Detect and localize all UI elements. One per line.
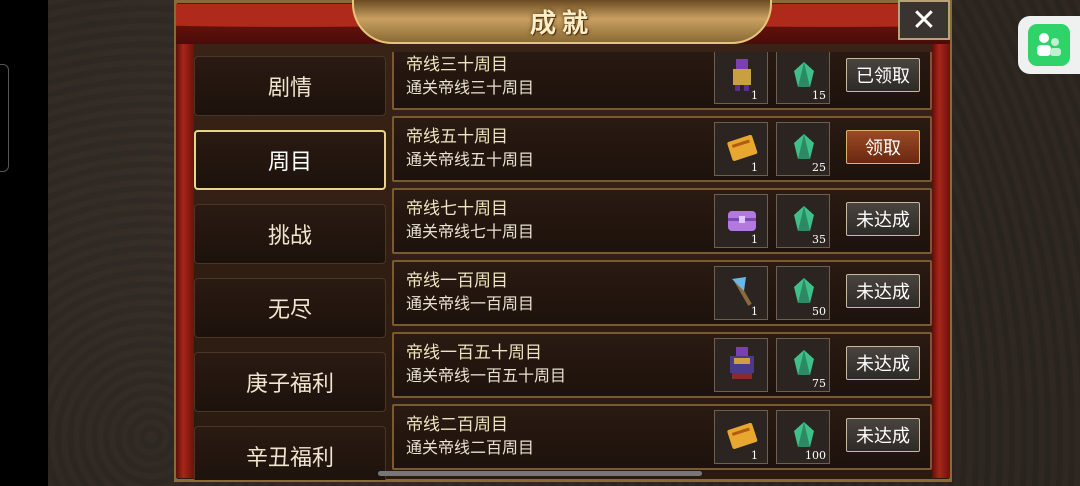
reward-slot[interactable]: 1 [714,194,768,248]
purple-chest-icon [728,211,756,231]
side-handle[interactable] [0,64,9,172]
tab-challenge[interactable]: 挑战 [194,204,386,264]
category-tabs: 剧情 周目 挑战 无尽 庚子福利 辛丑福利 [192,50,388,480]
reward-quantity: 15 [812,89,826,102]
reward-quantity: 25 [812,161,826,174]
window-title: 成就 [529,8,594,39]
green-crystal-icon [794,350,814,375]
reward-slot[interactable]: 100 [776,410,830,464]
reward-slot[interactable]: 35 [776,194,830,248]
reward-quantity: 1 [751,89,758,102]
not-achieved-button[interactable]: 未达成 [846,274,920,308]
reward-slot[interactable]: 1 [714,266,768,320]
reward-quantity: 1 [751,449,758,462]
achievement-row: 帝线七十周目 通关帝线七十周目 1 35 未达成 [392,188,932,254]
not-achieved-button[interactable]: 未达成 [846,346,920,380]
reward-quantity: 100 [805,449,826,462]
reward-slot[interactable]: 25 [776,122,830,176]
not-achieved-button[interactable]: 未达成 [846,202,920,236]
purple-warrior-icon [733,59,751,91]
reward-quantity: 1 [751,233,758,246]
floating-assistant-button[interactable] [1018,16,1080,74]
tab-endless[interactable]: 无尽 [194,278,386,338]
achievement-desc: 通关帝线一百周目 [406,294,535,313]
achievement-title: 帝线一百五十周目 [406,343,542,363]
reward-slot[interactable]: 75 [776,338,830,392]
tab-story[interactable]: 剧情 [194,56,386,116]
green-crystal-icon [794,62,814,87]
reward-quantity: 1 [751,161,758,174]
green-crystal-icon [794,422,814,447]
golden-book-icon [727,134,758,161]
achievement-row: 帝线一百五十周目 通关帝线一百五十周目 75 未达成 [392,332,932,398]
not-achieved-button[interactable]: 未达成 [846,418,920,452]
achievement-desc: 通关帝线一百五十周目 [406,366,567,385]
achievement-title: 帝线二百周目 [406,415,508,435]
achievement-desc: 通关帝线七十周目 [406,222,535,241]
reward-slot[interactable]: 1 [714,122,768,176]
tab-xinchou-bonus[interactable]: 辛丑福利 [194,426,386,480]
green-crystal-icon [794,206,814,231]
reward-slot[interactable] [714,338,768,392]
tab-playthrough[interactable]: 周目 [194,130,386,190]
achievement-desc: 通关帝线三十周目 [406,78,535,97]
achievement-desc: 通关帝线五十周目 [406,150,535,169]
people-icon [1028,24,1070,66]
achievement-desc: 通关帝线二百周目 [406,438,535,457]
reward-slot[interactable]: 1 [714,410,768,464]
claimed-button[interactable]: 已领取 [846,58,920,92]
achievement-row: 帝线五十周目 通关帝线五十周目 1 25 领取 [392,116,932,182]
achievement-title: 帝线五十周目 [406,127,508,147]
close-button[interactable]: ✕ [898,0,950,40]
green-crystal-icon [794,278,814,303]
armored-general-icon [730,347,754,379]
golden-book-icon [727,422,758,449]
achievement-row: 帝线三十周目 通关帝线三十周目 1 15 已领取 [392,52,932,110]
blue-axe-icon [732,277,752,306]
close-icon: ✕ [911,2,937,38]
reward-slot[interactable]: 15 [776,52,830,104]
reward-slot[interactable]: 1 [714,52,768,104]
achievement-row: 帝线一百周目 通关帝线一百周目 1 50 未达成 [392,260,932,326]
reward-quantity: 75 [812,377,826,390]
achievement-row: 帝线二百周目 通关帝线二百周目 1 100 未达成 [392,404,932,470]
tab-gengzi-bonus[interactable]: 庚子福利 [194,352,386,412]
right-curtain [932,8,950,478]
reward-quantity: 50 [812,305,826,318]
green-crystal-icon [794,134,814,159]
reward-quantity: 1 [751,305,758,318]
claim-button[interactable]: 领取 [846,130,920,164]
reward-quantity: 35 [812,233,826,246]
gesture-home-bar[interactable] [378,471,702,476]
achievement-title: 帝线七十周目 [406,199,508,219]
achievement-title: 帝线三十周目 [406,55,508,75]
achievement-title: 帝线一百周目 [406,271,508,291]
reward-slot[interactable]: 50 [776,266,830,320]
achievement-list[interactable]: 帝线三十周目 通关帝线三十周目 1 15 已领取 帝线五十周目 通关帝线五十周目… [390,52,932,480]
title-plate: 成就 [352,0,772,44]
